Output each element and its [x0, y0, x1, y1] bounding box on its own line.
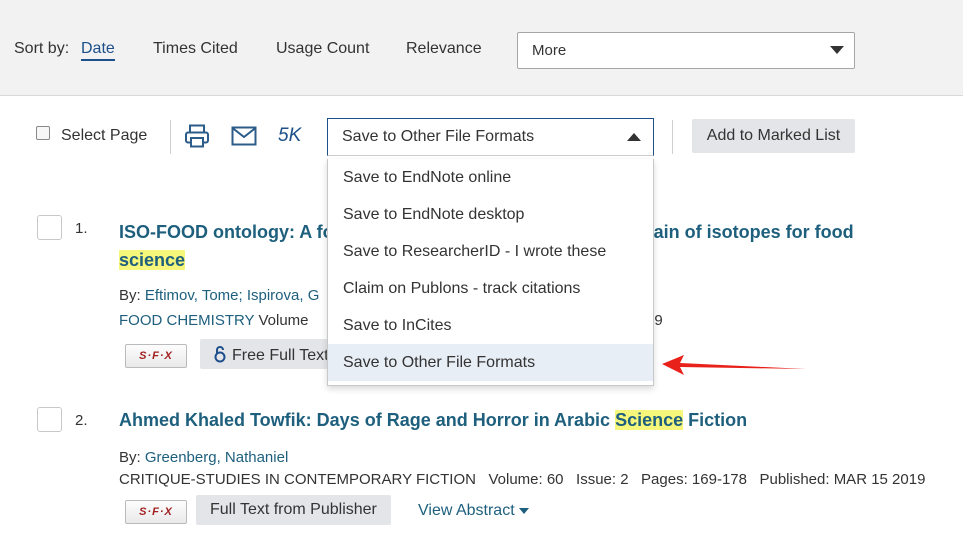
5k-count-link[interactable]: 5K: [278, 125, 301, 147]
sort-option-times-cited[interactable]: Times Cited: [153, 40, 238, 58]
save-format-dropdown-menu: Save to EndNote online Save to EndNote d…: [327, 159, 654, 386]
result-checkbox[interactable]: [37, 407, 62, 432]
email-icon[interactable]: [231, 126, 257, 151]
open-access-icon: [214, 345, 226, 368]
menu-item-incites[interactable]: Save to InCites: [328, 307, 653, 344]
result-checkbox[interactable]: [37, 215, 62, 240]
menu-item-endnote-online[interactable]: Save to EndNote online: [328, 159, 653, 196]
by-label: By:: [119, 449, 141, 466]
sort-by-label: Sort by:: [14, 40, 70, 57]
more-sort-select[interactable]: More: [517, 32, 855, 69]
journal-name-link[interactable]: FOOD CHEMISTRY: [119, 312, 254, 329]
print-icon[interactable]: [184, 124, 210, 153]
search-term-highlight: science: [119, 250, 186, 270]
sort-bar: Sort by: Date Times Cited Usage Count Re…: [0, 0, 963, 96]
sfx-link-button[interactable]: S·F·X: [125, 344, 187, 368]
caret-down-icon: [518, 507, 529, 514]
author-links[interactable]: Eftimov, Tome; Ispirova, G: [145, 287, 320, 304]
journal-line: FOOD CHEMISTRY Volume: [119, 312, 309, 329]
select-page-label[interactable]: Select Page: [61, 127, 147, 145]
by-label: By:: [119, 287, 141, 304]
free-full-text-label: Free Full Text: [232, 347, 329, 364]
result-number: 2.: [75, 412, 88, 429]
view-abstract-label: View Abstract: [418, 502, 515, 519]
authors-line: By: Greenberg, Nathaniel: [119, 449, 288, 466]
title-text: Ahmed Khaled Towfik: Days of Rage and Ho…: [119, 410, 616, 430]
menu-item-researcherid[interactable]: Save to ResearcherID - I wrote these: [328, 233, 653, 270]
save-format-value: Save to Other File Formats: [342, 128, 535, 145]
more-sort-value: More: [532, 42, 567, 59]
menu-item-endnote-desktop[interactable]: Save to EndNote desktop: [328, 196, 653, 233]
menu-item-other-file-formats[interactable]: Save to Other File Formats: [328, 344, 653, 381]
sort-option-relevance[interactable]: Relevance: [406, 40, 482, 58]
sort-option-usage-count[interactable]: Usage Count: [276, 40, 369, 58]
save-format-select[interactable]: Save to Other File Formats: [327, 118, 654, 156]
menu-item-publons[interactable]: Claim on Publons - track citations: [328, 270, 653, 307]
sfx-link-button[interactable]: S·F·X: [125, 500, 187, 524]
author-link[interactable]: Greenberg, Nathaniel: [145, 449, 288, 466]
select-page-checkbox[interactable]: [36, 126, 50, 140]
red-arrow-annotation: [662, 355, 806, 375]
sort-option-date[interactable]: Date: [81, 40, 115, 61]
chevron-down-icon: [830, 46, 844, 54]
divider: [170, 120, 171, 154]
view-abstract-link[interactable]: View Abstract: [418, 502, 529, 520]
result-number: 1.: [75, 220, 88, 237]
volume-label: Volume: [258, 312, 309, 329]
authors-line: By: Eftimov, Tome; Ispirova, G: [119, 287, 319, 304]
journal-line: CRITIQUE-STUDIES IN CONTEMPORARY FICTION…: [119, 471, 926, 488]
search-term-highlight: Science: [615, 410, 684, 430]
full-text-from-publisher-button[interactable]: Full Text from Publisher: [196, 495, 391, 525]
title-text: ISO-FOOD ontology: A for: [119, 222, 341, 242]
results-toolbar: Select Page 5K Save to Other File Format…: [0, 110, 963, 160]
add-to-marked-list-button[interactable]: Add to Marked List: [692, 119, 855, 153]
chevron-up-icon: [627, 133, 641, 141]
result-title-link[interactable]: Ahmed Khaled Towfik: Days of Rage and Ho…: [119, 406, 959, 434]
divider: [672, 120, 673, 154]
free-full-text-button[interactable]: Free Full Text: [200, 339, 343, 369]
title-text: Fiction: [683, 410, 748, 430]
